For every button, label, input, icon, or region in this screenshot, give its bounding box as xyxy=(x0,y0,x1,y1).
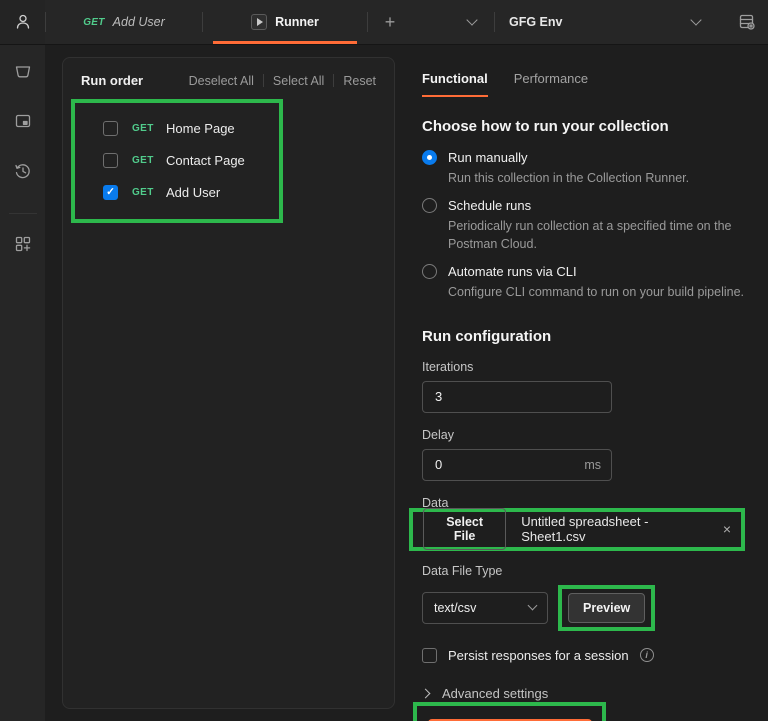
run-order-title: Run order xyxy=(81,73,143,88)
option-schedule-runs[interactable]: Schedule runs Periodically run collectio… xyxy=(422,198,762,253)
environments-icon xyxy=(13,111,33,131)
delay-label: Delay xyxy=(422,428,762,442)
run-mode-heading: Choose how to run your collection xyxy=(422,118,762,135)
advanced-settings-toggle[interactable]: Advanced settings xyxy=(422,686,762,701)
sidebar-item-collections[interactable] xyxy=(11,59,35,83)
settings-tabs: Functional Performance xyxy=(422,71,762,97)
play-icon xyxy=(251,14,267,30)
data-file-type-select[interactable]: text/csv xyxy=(422,592,548,624)
tab-runner[interactable]: Runner xyxy=(203,0,367,44)
method-badge: GET xyxy=(132,187,158,198)
new-tab-button[interactable]: + xyxy=(368,0,412,44)
chevron-down-icon xyxy=(528,601,538,611)
chevron-right-icon xyxy=(421,688,431,698)
checkbox-unchecked[interactable] xyxy=(103,153,118,168)
method-badge: GET xyxy=(132,155,158,166)
collections-icon xyxy=(13,61,33,81)
run-item-home-page[interactable]: GET Home Page xyxy=(75,112,279,144)
tab-functional[interactable]: Functional xyxy=(422,71,488,97)
radio-selected[interactable] xyxy=(422,150,437,165)
preview-button[interactable]: Preview xyxy=(568,593,645,623)
iterations-label: Iterations xyxy=(422,360,762,374)
account-button[interactable] xyxy=(0,0,45,44)
tab-label: Runner xyxy=(275,15,319,29)
select-file-button[interactable]: Select File xyxy=(423,508,506,550)
info-icon: i xyxy=(640,648,654,662)
tab-options-button[interactable] xyxy=(450,0,494,44)
option-label: Run manually xyxy=(448,150,528,165)
delay-input[interactable] xyxy=(423,457,584,472)
remove-file-icon[interactable]: × xyxy=(723,521,731,537)
radio-unselected[interactable] xyxy=(422,264,437,279)
data-file-type-label: Data File Type xyxy=(422,564,762,578)
environment-selector[interactable]: GFG Env xyxy=(509,15,562,29)
checkbox-unchecked[interactable] xyxy=(103,121,118,136)
sidebar-item-workspaces[interactable] xyxy=(11,232,35,256)
option-run-manually[interactable]: Run manually Run this collection in the … xyxy=(422,150,762,187)
method-badge: GET xyxy=(83,17,104,28)
run-configuration-heading: Run configuration xyxy=(422,328,762,345)
run-order-header: Run order Deselect All Select All Reset xyxy=(63,58,394,96)
selected-file-name: Untitled spreadsheet - Sheet1.csv xyxy=(521,514,702,544)
user-icon xyxy=(14,13,32,31)
top-bar: GET Add User Runner + GFG Env xyxy=(0,0,768,45)
checkbox-checked[interactable]: ✓ xyxy=(103,185,118,200)
annotation-box-data-file: Select File Untitled spreadsheet - Sheet… xyxy=(409,508,745,551)
select-all-button[interactable]: Select All xyxy=(264,74,333,88)
annotation-box-run-order: GET Home Page GET Contact Page ✓ GET Add… xyxy=(71,99,283,223)
annotation-box-preview: Preview xyxy=(558,585,655,631)
tab-performance[interactable]: Performance xyxy=(514,71,588,97)
option-label: Automate runs via CLI xyxy=(448,264,577,279)
chevron-down-icon xyxy=(466,14,477,25)
advanced-settings-label: Advanced settings xyxy=(442,686,548,701)
tab-label: Add User xyxy=(113,15,165,29)
request-name: Add User xyxy=(166,185,220,200)
request-name: Contact Page xyxy=(166,153,245,168)
radio-unselected[interactable] xyxy=(422,198,437,213)
deselect-all-button[interactable]: Deselect All xyxy=(180,74,263,88)
workspaces-icon xyxy=(13,234,33,254)
request-name: Home Page xyxy=(166,121,235,136)
iterations-input[interactable] xyxy=(422,381,612,413)
option-description: Configure CLI command to run on your bui… xyxy=(448,283,748,301)
delay-unit: ms xyxy=(584,458,611,472)
annotation-box-run-button: Run Geeks for Geeks xyxy=(413,702,606,721)
active-tab-underline xyxy=(213,41,357,44)
delay-field: ms xyxy=(422,449,612,481)
run-item-contact-page[interactable]: GET Contact Page xyxy=(75,144,279,176)
run-item-add-user[interactable]: ✓ GET Add User xyxy=(75,176,279,208)
option-description: Run this collection in the Collection Ru… xyxy=(448,169,748,187)
runner-settings-panel: Functional Performance Choose how to run… xyxy=(422,45,762,721)
method-badge: GET xyxy=(132,123,158,134)
history-icon xyxy=(13,161,33,181)
persist-label: Persist responses for a session xyxy=(448,648,629,663)
left-sidebar xyxy=(0,45,45,721)
checkbox-unchecked[interactable] xyxy=(422,648,437,663)
divider xyxy=(9,213,37,214)
option-automate-cli[interactable]: Automate runs via CLI Configure CLI comm… xyxy=(422,264,762,301)
run-order-panel: Run order Deselect All Select All Reset … xyxy=(62,57,395,709)
sidebar-item-history[interactable] xyxy=(11,159,35,183)
tab-request-add-user[interactable]: GET Add User xyxy=(46,0,202,44)
sidebar-item-environments[interactable] xyxy=(11,109,35,133)
environment-quick-look-button[interactable] xyxy=(726,13,768,31)
option-label: Schedule runs xyxy=(448,198,531,213)
persist-responses-option[interactable]: Persist responses for a session i xyxy=(422,648,762,663)
chevron-down-icon[interactable] xyxy=(690,14,701,25)
reset-button[interactable]: Reset xyxy=(334,74,376,88)
environment-quick-look-icon xyxy=(738,13,756,31)
option-description: Periodically run collection at a specifi… xyxy=(448,217,748,253)
environment-section: GFG Env xyxy=(495,0,768,44)
plus-icon: + xyxy=(385,12,396,33)
select-value: text/csv xyxy=(434,601,476,615)
